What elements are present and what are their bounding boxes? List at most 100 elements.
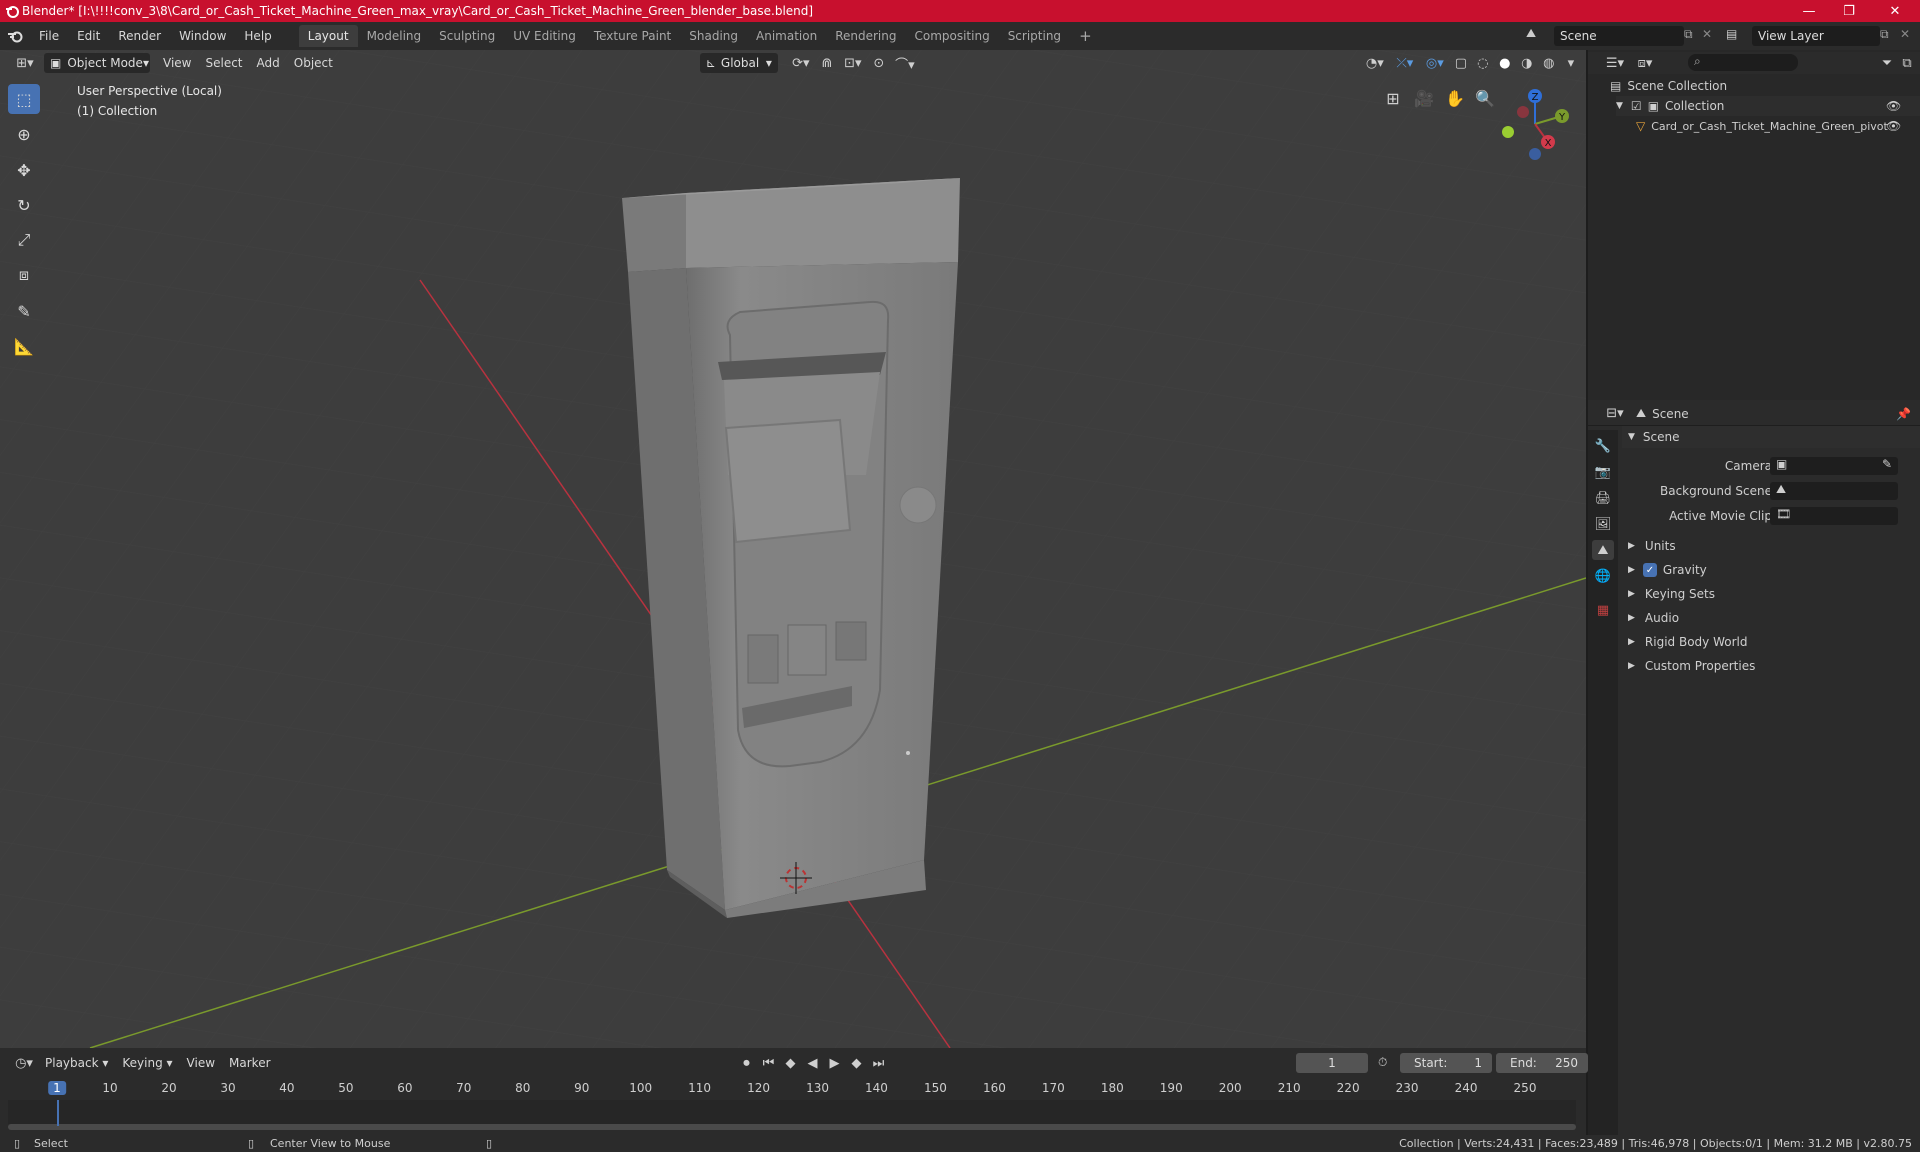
delete-scene-icon[interactable]: ✕ (1702, 27, 1712, 41)
menu-edit[interactable]: Edit (68, 29, 109, 43)
custom-properties-section[interactable]: ▶ Custom Properties (1622, 656, 1920, 676)
material-shading-icon[interactable]: ◑ (1516, 53, 1538, 73)
collection-checkbox-icon[interactable]: ☑ (1631, 99, 1642, 113)
rotate-tool[interactable]: ↻ (8, 190, 40, 220)
timeline-editor-type-icon[interactable]: ◷▾ (10, 1053, 38, 1073)
pivot-point-icon[interactable]: ⟳▾ (786, 53, 816, 73)
move-tool[interactable]: ✥ (8, 155, 40, 185)
current-frame-field[interactable]: 1 (1296, 1053, 1368, 1073)
transform-orientation-dropdown[interactable]: ⊾ Global ▾ (699, 53, 778, 73)
background-scene-field[interactable]: ⛰ (1770, 482, 1898, 500)
new-scene-icon[interactable]: ⧉ (1684, 27, 1693, 42)
visibility-eye-icon[interactable]: 👁 (1886, 99, 1901, 113)
next-keyframe-icon[interactable]: ◆ (846, 1053, 868, 1073)
outliner-scene-collection[interactable]: ▤ Scene Collection (1610, 76, 1727, 96)
3d-viewport[interactable]: ⊞▾ ▣ Object Mode ▾ View Select Add Object … (0, 50, 1586, 1048)
camera-field[interactable]: ▣ ✎ (1770, 457, 1898, 475)
maximize-button[interactable]: ❐ (1826, 0, 1872, 22)
view-layer-tab-icon[interactable]: 🖼 (1592, 514, 1614, 534)
tab-shading[interactable]: Shading (680, 25, 747, 47)
tab-layout[interactable]: Layout (298, 25, 358, 47)
tab-sculpting[interactable]: Sculpting (430, 25, 504, 47)
tab-animation[interactable]: Animation (747, 25, 826, 47)
filter-icon[interactable]: ⏷ (1876, 53, 1898, 73)
tool-tab-icon[interactable]: 🔧 (1592, 436, 1614, 456)
pin-icon[interactable]: 📌 (1896, 407, 1911, 421)
display-mode-icon[interactable]: ⧈▾ (1630, 53, 1660, 73)
view-layer-selector[interactable]: View Layer (1752, 26, 1880, 46)
camera-view-icon[interactable]: 🎥 (1413, 88, 1435, 108)
menu-window[interactable]: Window (170, 29, 235, 43)
audio-section[interactable]: ▶ Audio (1622, 608, 1920, 628)
shading-options-icon[interactable]: ▾ (1560, 53, 1582, 73)
scene-tab-icon[interactable]: ⛰ (1592, 540, 1614, 560)
record-icon[interactable]: ⏺ (736, 1053, 758, 1073)
navigation-gizmo[interactable]: Z Y X (1490, 82, 1576, 178)
grid-view-icon[interactable]: ⊞ (1382, 88, 1404, 108)
prev-keyframe-icon[interactable]: ◆ (780, 1053, 802, 1073)
falloff-icon[interactable]: ⌒▾ (890, 53, 920, 73)
tab-rendering[interactable]: Rendering (826, 25, 905, 47)
start-frame-field[interactable]: Start: 1 (1400, 1053, 1492, 1073)
output-tab-icon[interactable]: 🖨 (1592, 488, 1614, 508)
snap-target-icon[interactable]: ⊡▾ (838, 53, 868, 73)
visibility-icon[interactable]: ◔▾ (1360, 53, 1390, 73)
expand-arrow-icon[interactable]: ▼ (1616, 101, 1623, 111)
active-movie-clip-field[interactable]: 🎞 (1770, 507, 1898, 525)
play-icon[interactable]: ▶ (824, 1053, 846, 1073)
editor-type-icon[interactable]: ⊞▾ (10, 53, 40, 73)
wireframe-shading-icon[interactable]: ◌ (1472, 53, 1494, 73)
tab-scripting[interactable]: Scripting (999, 25, 1070, 47)
scene-panel-header[interactable]: ▼ Scene (1622, 426, 1920, 448)
menu-help[interactable]: Help (235, 29, 280, 43)
tab-uv-editing[interactable]: UV Editing (504, 25, 585, 47)
scene-selector[interactable]: Scene (1554, 26, 1684, 46)
tab-texture-paint[interactable]: Texture Paint (585, 25, 680, 47)
outliner-search-input[interactable]: ⌕ (1688, 54, 1798, 71)
gravity-checkbox[interactable]: ✓ (1642, 563, 1657, 577)
viewport-menu-view[interactable]: View (156, 53, 198, 73)
gravity-section[interactable]: ▶ ✓ Gravity (1622, 560, 1920, 580)
texture-tab-icon[interactable]: ▦ (1592, 600, 1614, 620)
end-frame-field[interactable]: End: 250 (1496, 1053, 1588, 1073)
timeline-scrollbar[interactable] (8, 1124, 1576, 1130)
annotate-tool[interactable]: ✎ (8, 296, 40, 326)
visibility-eye-icon[interactable]: 👁 (1886, 119, 1901, 133)
menu-render[interactable]: Render (109, 29, 170, 43)
measure-tool[interactable]: 📐 (8, 331, 40, 361)
rigid-body-world-section[interactable]: ▶ Rigid Body World (1622, 632, 1920, 652)
close-button[interactable]: ✕ (1872, 0, 1918, 22)
proportional-edit-icon[interactable]: ⊙ (868, 53, 890, 73)
jump-end-icon[interactable]: ⏭ (868, 1053, 890, 1073)
ticket-machine-model[interactable] (622, 178, 960, 918)
xray-icon[interactable]: ▢ (1450, 53, 1472, 73)
world-tab-icon[interactable]: 🌐 (1592, 566, 1614, 586)
frame-ruler[interactable]: 1 10 20 30 40 50 60 70 80 90 100 110 120 130 140 150 160… (0, 1078, 1586, 1100)
outliner-editor-type-icon[interactable]: ☰▾ (1600, 53, 1630, 73)
jump-start-icon[interactable]: ⏮ (758, 1053, 780, 1073)
preview-range-icon[interactable]: ⏱ (1378, 1055, 1387, 1070)
viewport-menu-select[interactable]: Select (198, 53, 249, 73)
gizmo-toggle-icon[interactable]: ⤫▾ (1390, 53, 1420, 73)
new-view-layer-icon[interactable]: ⧉ (1880, 27, 1889, 42)
keying-sets-section[interactable]: ▶ Keying Sets (1622, 584, 1920, 604)
solid-shading-icon[interactable]: ● (1494, 53, 1516, 73)
play-reverse-icon[interactable]: ◀ (802, 1053, 824, 1073)
select-box-tool[interactable]: ⬚ (8, 84, 40, 114)
delete-view-layer-icon[interactable]: ✕ (1900, 27, 1910, 41)
viewport-menu-add[interactable]: Add (250, 53, 287, 73)
view-layer-icon[interactable]: ▤ (1726, 27, 1737, 41)
timeline-view-menu[interactable]: View (180, 1053, 222, 1073)
marker-menu[interactable]: Marker (222, 1053, 277, 1073)
viewport-menu-object[interactable]: Object (287, 53, 340, 73)
snap-icon[interactable]: ⋒ (816, 53, 838, 73)
outliner-object-row[interactable]: ▽ Card_or_Cash_Ticket_Machine_Green_pivo… (1636, 116, 1920, 136)
tab-modeling[interactable]: Modeling (358, 25, 431, 47)
outliner-collection-row[interactable]: ▼ ☑ ▣ Collection 👁 (1616, 96, 1920, 116)
add-workspace-button[interactable]: + (1070, 23, 1101, 49)
overlay-toggle-icon[interactable]: ◎▾ (1420, 53, 1450, 73)
units-section[interactable]: ▶ Units (1622, 536, 1920, 556)
timeline-track-area[interactable] (8, 1100, 1576, 1124)
properties-editor-type-icon[interactable]: ⊟▾ (1600, 404, 1630, 424)
scene-type-icon[interactable]: ⛰ (1526, 26, 1546, 41)
